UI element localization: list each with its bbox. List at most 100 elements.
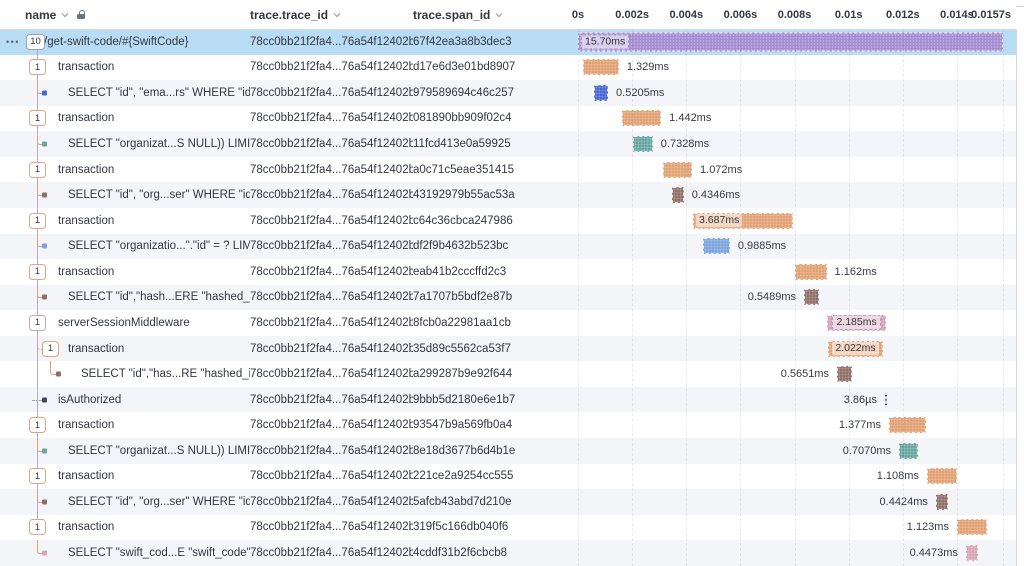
table-row[interactable]: 1transaction78cc0bb21f2fa4...76a54f12402… bbox=[0, 106, 1016, 132]
span-name[interactable]: SELECT "organizat...S NULL)) LIMIT 2 bbox=[68, 445, 250, 457]
duration-bar[interactable] bbox=[622, 110, 661, 126]
child-count-badge[interactable]: 1 bbox=[29, 59, 46, 75]
span-name[interactable]: /get-swift-code/#{SwiftCode} bbox=[44, 36, 188, 48]
span-name[interactable]: transaction bbox=[58, 521, 114, 533]
name-cell: SELECT "swift_cod...E "swift_code"=? bbox=[0, 540, 250, 566]
span-name[interactable]: transaction bbox=[58, 470, 114, 482]
child-count-badge[interactable]: 1 bbox=[42, 341, 59, 357]
duration-bar[interactable] bbox=[583, 59, 619, 75]
duration-bar[interactable] bbox=[927, 468, 957, 484]
duration-bar[interactable] bbox=[804, 289, 819, 305]
duration-bar[interactable]: 2.022ms bbox=[828, 341, 883, 357]
table-row[interactable]: SELECT "id", "org...ser" WHERE "id"=?78c… bbox=[0, 182, 1016, 208]
child-count-badge[interactable]: 10 bbox=[26, 34, 45, 50]
table-row[interactable]: SELECT "id","has...RE "hashed_id"=?78cc0… bbox=[0, 361, 1016, 387]
duration-bar[interactable] bbox=[936, 494, 948, 510]
duration-bar[interactable] bbox=[889, 417, 926, 433]
table-row[interactable]: SELECT "id","hash...ERE "hashed_id"=?78c… bbox=[0, 285, 1016, 311]
trace-id-value: 78cc0bb21f2fa4...76a54f12402bf0 bbox=[250, 36, 413, 48]
tree-dashed-connector bbox=[32, 400, 42, 401]
span-name[interactable]: isAuthorized bbox=[58, 394, 121, 406]
trace-rows: ••• 10/get-swift-code/#{SwiftCode} 78cc0bb… bbox=[0, 29, 1017, 566]
trace-id-value: 78cc0bb21f2fa4...76a54f12402bf0 bbox=[250, 317, 413, 329]
table-row[interactable]: ••• 10/get-swift-code/#{SwiftCode} 78cc0bb… bbox=[0, 29, 1016, 55]
axis-tick-label: 0.01s bbox=[835, 9, 863, 21]
table-row[interactable]: 1transaction78cc0bb21f2fa4...76a54f12402… bbox=[0, 412, 1016, 438]
duration-bar[interactable] bbox=[885, 392, 887, 408]
span-type-bullet bbox=[42, 90, 47, 95]
duration-bar[interactable] bbox=[957, 519, 987, 535]
duration-bar[interactable]: 15.70ms bbox=[578, 32, 1003, 51]
span-id-value: 11fcd413e0a59925 bbox=[413, 138, 565, 150]
span-name[interactable]: transaction bbox=[58, 61, 114, 73]
duration-bar[interactable]: 3.687ms bbox=[693, 213, 793, 229]
span-name[interactable]: SELECT "organizat...S NULL)) LIMIT 2 bbox=[68, 138, 250, 150]
span-id-value: 8fcb0a22981aa1cb bbox=[413, 317, 565, 329]
span-name[interactable]: transaction bbox=[58, 215, 114, 227]
table-row[interactable]: SELECT "organizatio..."."id" = ? LIMIT 1… bbox=[0, 234, 1016, 260]
duration-label: 0.7070ms bbox=[843, 445, 891, 457]
duration-bar[interactable] bbox=[795, 264, 826, 280]
column-header-name[interactable]: name bbox=[0, 8, 250, 22]
table-row[interactable]: 1 transaction 78cc0bb21f2fa4...76a54f12402… bbox=[0, 336, 1016, 362]
child-count-badge[interactable]: 1 bbox=[29, 315, 46, 331]
chevron-down-icon[interactable] bbox=[494, 10, 504, 20]
table-row[interactable]: 1transaction78cc0bb21f2fa4...76a54f12402… bbox=[0, 464, 1016, 490]
child-count-badge[interactable]: 1 bbox=[29, 162, 46, 178]
table-row[interactable]: SELECT "id", "ema...rs" WHERE "id"=?78cc… bbox=[0, 80, 1016, 106]
table-row[interactable]: isAuthorized78cc0bb21f2fa4...76a54f12402… bbox=[0, 387, 1016, 413]
span-name[interactable]: SELECT "swift_cod...E "swift_code"=? bbox=[68, 547, 250, 559]
span-id-value: 7a1707b5bdf2e87b bbox=[413, 291, 565, 303]
column-header-trace-id[interactable]: trace.trace_id bbox=[250, 8, 413, 22]
duration-bar[interactable] bbox=[594, 85, 608, 101]
trace-id-value: 78cc0bb21f2fa4...76a54f12402bf0 bbox=[250, 343, 413, 355]
name-cell: 1 transaction bbox=[0, 515, 250, 541]
child-count-badge[interactable]: 1 bbox=[29, 468, 46, 484]
duration-bar[interactable] bbox=[672, 187, 684, 203]
table-row[interactable]: SELECT "id", "org...ser" WHERE "id"=?78c… bbox=[0, 489, 1016, 515]
table-row[interactable]: 1transaction78cc0bb21f2fa4...76a54f12402… bbox=[0, 208, 1016, 234]
column-header-span-id[interactable]: trace.span_id bbox=[413, 8, 565, 22]
table-row[interactable]: SELECT "organizat...S NULL)) LIMIT 278cc… bbox=[0, 438, 1016, 464]
row-actions-icon[interactable]: ••• bbox=[6, 37, 20, 47]
span-name[interactable]: transaction bbox=[58, 419, 114, 431]
chevron-down-icon[interactable] bbox=[60, 10, 70, 20]
span-name[interactable]: transaction bbox=[68, 343, 124, 355]
timeline-gridline bbox=[578, 29, 579, 566]
span-id-value: eab41b2cccffd2c3 bbox=[413, 266, 565, 278]
table-row[interactable]: 1transaction78cc0bb21f2fa4...76a54f12402… bbox=[0, 55, 1016, 81]
table-row[interactable]: 1transaction78cc0bb21f2fa4...76a54f12402… bbox=[0, 515, 1016, 541]
duration-bar[interactable] bbox=[633, 136, 653, 152]
child-count-badge[interactable]: 1 bbox=[29, 264, 46, 280]
span-name[interactable]: transaction bbox=[58, 112, 114, 124]
child-count-badge[interactable]: 1 bbox=[29, 213, 46, 229]
span-name[interactable]: SELECT "id","has...RE "hashed_id"=? bbox=[81, 368, 250, 380]
span-name[interactable]: SELECT "organizatio..."."id" = ? LIMIT 1 bbox=[68, 240, 250, 252]
span-type-bullet bbox=[42, 295, 47, 300]
table-row[interactable]: SELECT "swift_cod...E "swift_code"=?78cc… bbox=[0, 540, 1016, 566]
child-count-badge[interactable]: 1 bbox=[29, 110, 46, 126]
span-name[interactable]: SELECT "id", "org...ser" WHERE "id"=? bbox=[68, 496, 250, 508]
duration-label: 3.687ms bbox=[696, 214, 742, 227]
child-count-badge[interactable]: 1 bbox=[29, 519, 46, 535]
duration-bar[interactable]: 2.185ms bbox=[827, 315, 886, 331]
duration-bar[interactable] bbox=[966, 545, 978, 561]
table-row[interactable]: 1transaction78cc0bb21f2fa4...76a54f12402… bbox=[0, 157, 1016, 183]
table-row[interactable]: SELECT "organizat...S NULL)) LIMIT 278cc… bbox=[0, 131, 1016, 157]
span-name[interactable]: serverSessionMiddleware bbox=[58, 317, 190, 329]
table-row[interactable]: 1transaction78cc0bb21f2fa4...76a54f12402… bbox=[0, 259, 1016, 285]
duration-bar[interactable] bbox=[663, 162, 692, 178]
span-name[interactable]: SELECT "id","hash...ERE "hashed_id"=? bbox=[68, 291, 250, 303]
duration-bar[interactable] bbox=[837, 366, 852, 382]
span-name[interactable]: transaction bbox=[58, 266, 114, 278]
span-name[interactable]: SELECT "id", "org...ser" WHERE "id"=? bbox=[68, 189, 250, 201]
lock-icon[interactable] bbox=[77, 10, 86, 19]
table-row[interactable]: 1 serverSessionMiddleware 78cc0bb21f2fa4..… bbox=[0, 310, 1016, 336]
span-name[interactable]: transaction bbox=[58, 164, 114, 176]
timeline-gridline bbox=[957, 29, 958, 566]
span-name[interactable]: SELECT "id", "ema...rs" WHERE "id"=? bbox=[68, 87, 250, 99]
duration-bar[interactable] bbox=[703, 238, 730, 254]
child-count-badge[interactable]: 1 bbox=[29, 417, 46, 433]
chevron-down-icon[interactable] bbox=[332, 10, 342, 20]
axis-tick-label: 0.006s bbox=[724, 9, 758, 21]
